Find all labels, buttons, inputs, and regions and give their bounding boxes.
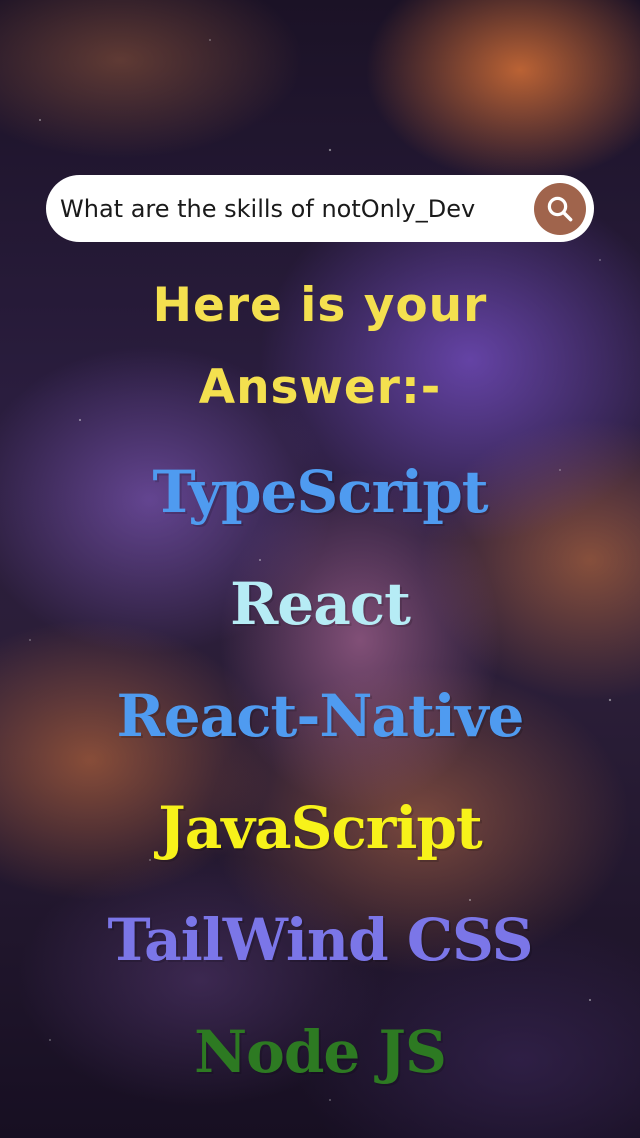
skill-tailwind-css: TailWind CSS (107, 906, 534, 974)
search-input[interactable]: What are the skills of notOnly_Dev (60, 195, 534, 223)
skill-typescript: TypeScript (152, 458, 488, 526)
answer-heading-line2: Answer:- (198, 360, 442, 415)
skill-react-native: React-Native (116, 682, 525, 750)
skill-javascript: JavaScript (158, 794, 482, 862)
search-bar[interactable]: What are the skills of notOnly_Dev (46, 175, 594, 242)
skills-list: TypeScript React React-Native JavaScript… (0, 450, 640, 1122)
search-icon (547, 196, 573, 221)
search-button[interactable] (534, 182, 586, 235)
answer-heading-line1: Here is your (152, 278, 488, 333)
page-background: What are the skills of notOnly_Dev Here … (0, 0, 640, 1138)
skill-react: React (230, 570, 411, 638)
skill-node-js: Node JS (194, 1018, 447, 1086)
